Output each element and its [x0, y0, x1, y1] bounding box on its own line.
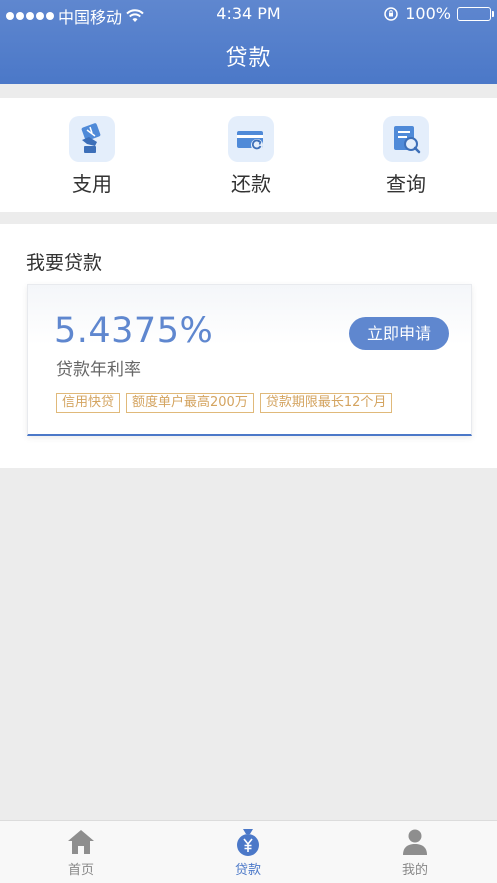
status-bar: 中国移动 4:34 PM 100%	[0, 0, 497, 28]
tab-home[interactable]: 首页	[31, 827, 131, 878]
status-right: 100%	[383, 4, 494, 23]
tab-loan-label: 贷款	[234, 863, 261, 878]
action-query-label: 查询	[386, 172, 426, 196]
quick-actions: 支用 还款 查询	[0, 98, 497, 212]
document-search-icon	[383, 116, 429, 162]
feature-tags: 信用快贷 额度单户最高200万 贷款期限最长12个月	[56, 393, 393, 413]
rotation-lock-icon	[384, 6, 398, 21]
loan-product-card[interactable]: 5.4375% 贷款年利率 立即申请 信用快贷 额度单户最高200万 贷款期限最…	[27, 284, 472, 436]
apply-now-button[interactable]: 立即申请	[349, 317, 449, 350]
action-query-button[interactable]: 查询	[351, 116, 461, 197]
tab-mine-label: 我的	[401, 863, 428, 878]
header: 中国移动 4:34 PM 100% 贷款	[0, 0, 497, 84]
feature-tag: 额度单户最高200万	[126, 393, 254, 413]
feature-tag: 贷款期限最长12个月	[259, 393, 393, 413]
battery-label: 100%	[405, 4, 451, 23]
tab-home-label: 首页	[67, 863, 94, 878]
card-hand-icon	[69, 116, 115, 162]
loan-section: 我要贷款 5.4375% 贷款年利率 立即申请 信用快贷 额度单户最高200万 …	[0, 224, 497, 468]
home-icon	[31, 827, 131, 857]
user-icon	[365, 827, 465, 857]
bottom-tab-bar: 首页 贷款 我的	[0, 820, 497, 883]
action-repay-button[interactable]: 还款	[196, 116, 306, 197]
card-return-icon	[228, 116, 274, 162]
annual-rate-value: 5.4375%	[54, 311, 214, 351]
annual-rate-label: 贷款年利率	[56, 360, 141, 380]
section-title: 我要贷款	[26, 252, 103, 274]
battery-icon	[457, 6, 494, 21]
tab-loan[interactable]: 贷款	[198, 827, 298, 878]
page-title: 贷款	[225, 46, 272, 71]
tab-mine[interactable]: 我的	[365, 827, 465, 878]
action-draw-button[interactable]: 支用	[37, 116, 147, 197]
action-draw-label: 支用	[72, 172, 112, 196]
action-repay-label: 还款	[231, 172, 271, 196]
feature-tag: 信用快贷	[56, 393, 121, 413]
yuan-bag-icon	[198, 827, 298, 857]
